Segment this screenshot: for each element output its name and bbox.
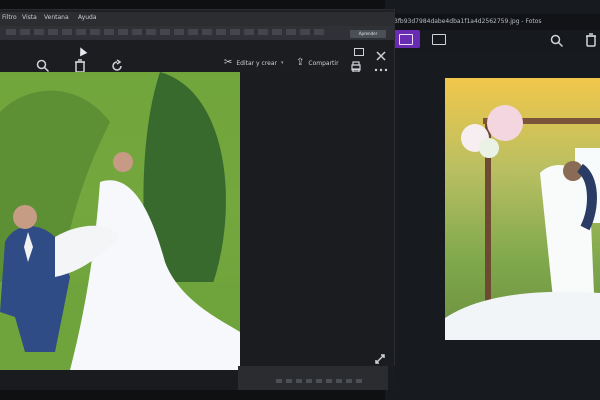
toolbar-icon-row	[6, 29, 326, 35]
share-button[interactable]: ⇪ Compartir	[296, 58, 339, 68]
rotate-icon	[112, 59, 122, 71]
front-photo	[0, 72, 240, 370]
zoom-icon[interactable]	[550, 33, 564, 52]
share-icon: ⇪	[296, 57, 305, 68]
edit-create-button[interactable]: ✂ Editar y crear ▾	[224, 58, 284, 68]
fullscreen-icon	[375, 354, 385, 364]
more-button[interactable]	[374, 59, 388, 72]
learn-button[interactable]: Aprender	[350, 30, 386, 38]
menu-filter[interactable]: Filtro	[2, 14, 17, 21]
favorite-icon	[399, 34, 413, 45]
chevron-down-icon: ▾	[281, 60, 284, 66]
wedding-photo-image	[445, 78, 600, 340]
fullscreen-button[interactable]	[374, 350, 386, 364]
menu-help[interactable]: Ayuda	[78, 14, 97, 21]
edit-create-label: Editar y crear	[236, 59, 277, 67]
delete-icon[interactable]	[585, 32, 597, 51]
status-icons	[276, 379, 366, 383]
trash-icon	[586, 33, 596, 47]
share-label: Compartir	[308, 59, 339, 67]
zoom-icon	[36, 59, 50, 73]
image-icon[interactable]	[432, 34, 446, 45]
status-strip	[238, 366, 388, 390]
photo-dark-side-panel	[240, 72, 394, 370]
wedding-photo-image	[0, 72, 240, 370]
edit-icon: ✂	[224, 57, 233, 68]
magnifier-icon	[550, 34, 564, 48]
back-photo	[445, 78, 600, 340]
maximize-icon[interactable]	[354, 48, 364, 56]
menu-view[interactable]: Vista	[22, 14, 37, 21]
back-window-title: 3fb93d7984dabe4dba1f1a4d2562759.jpg - Fo…	[394, 18, 542, 25]
delete-icon	[75, 59, 85, 73]
menu-window[interactable]: Ventana	[44, 14, 69, 21]
print-button[interactable]	[350, 58, 362, 73]
favorite-button[interactable]	[390, 30, 420, 48]
close-window-icon[interactable]	[376, 46, 386, 61]
